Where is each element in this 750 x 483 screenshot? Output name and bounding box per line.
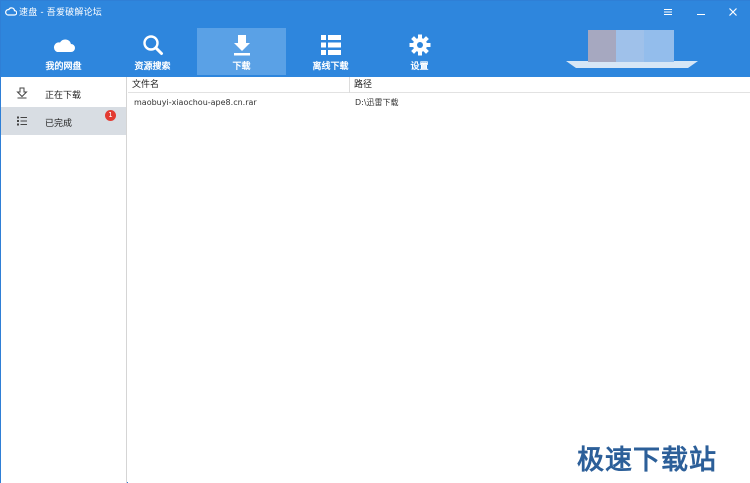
tab-my-disk[interactable]: 我的网盘 [19, 28, 108, 75]
tab-label: 资源搜索 [134, 62, 171, 72]
tab-resource-search[interactable]: 资源搜索 [108, 28, 197, 75]
site-watermark: 极速下载站 [577, 445, 717, 476]
tab-label: 设置 [410, 62, 429, 72]
grid-list-icon [319, 34, 343, 56]
cloud-logo-icon [5, 6, 18, 16]
tab-label: 离线下载 [312, 62, 349, 72]
download-arrow-outline-icon [16, 87, 28, 99]
column-header-path[interactable]: 路径 [350, 77, 750, 93]
column-header-filename[interactable]: 文件名 [128, 77, 349, 93]
account-info-blurred [644, 30, 674, 62]
close-button[interactable] [723, 4, 743, 20]
completed-count-badge: 1 [105, 110, 116, 121]
sidebar: 正在下载 已完成 1 [1, 77, 127, 483]
app-window: 速盘 - 吾爱破解论坛 我的网盘 资源搜索 下载 离线下载 设置 正在下载 已完… [0, 0, 750, 483]
main-toolbar: 我的网盘 资源搜索 下载 离线下载 设置 [19, 28, 464, 75]
tab-label: 我的网盘 [45, 62, 82, 72]
minimize-button[interactable] [691, 4, 711, 20]
cloud-icon [52, 34, 76, 56]
search-icon [141, 34, 165, 56]
tab-settings[interactable]: 设置 [375, 28, 464, 75]
menu-button[interactable] [658, 4, 678, 20]
list-icon [16, 115, 28, 127]
table-row[interactable]: maobuyi-xiaochou-ape8.cn.rar D:\迅雷下载 [128, 95, 750, 111]
file-name-cell: maobuyi-xiaochou-ape8.cn.rar [134, 98, 257, 107]
sidebar-item-completed[interactable]: 已完成 1 [1, 107, 126, 135]
file-path-cell: D:\迅雷下载 [355, 98, 399, 107]
sidebar-item-label: 已完成 [45, 119, 73, 129]
menu-icon [664, 9, 672, 15]
minimize-icon [697, 14, 705, 15]
username-blurred [616, 30, 644, 62]
tab-download[interactable]: 下载 [197, 28, 286, 75]
user-info-area[interactable] [566, 28, 698, 70]
gear-icon [408, 34, 432, 56]
close-icon [729, 8, 737, 16]
window-title: 速盘 - 吾爱破解论坛 [19, 8, 102, 18]
file-list: 文件名 路径 maobuyi-xiaochou-ape8.cn.rar D:\迅… [128, 77, 750, 483]
title-bar[interactable]: 速盘 - 吾爱破解论坛 [1, 1, 750, 23]
top-header: 速盘 - 吾爱破解论坛 我的网盘 资源搜索 下载 离线下载 设置 [1, 1, 750, 77]
sidebar-item-downloading[interactable]: 正在下载 [1, 79, 126, 107]
sidebar-item-label: 正在下载 [45, 91, 82, 101]
download-icon [230, 34, 254, 56]
tab-offline-download[interactable]: 离线下载 [286, 28, 375, 75]
column-header-row: 文件名 路径 [128, 77, 750, 93]
tab-label: 下载 [232, 62, 251, 72]
avatar[interactable] [588, 30, 616, 62]
